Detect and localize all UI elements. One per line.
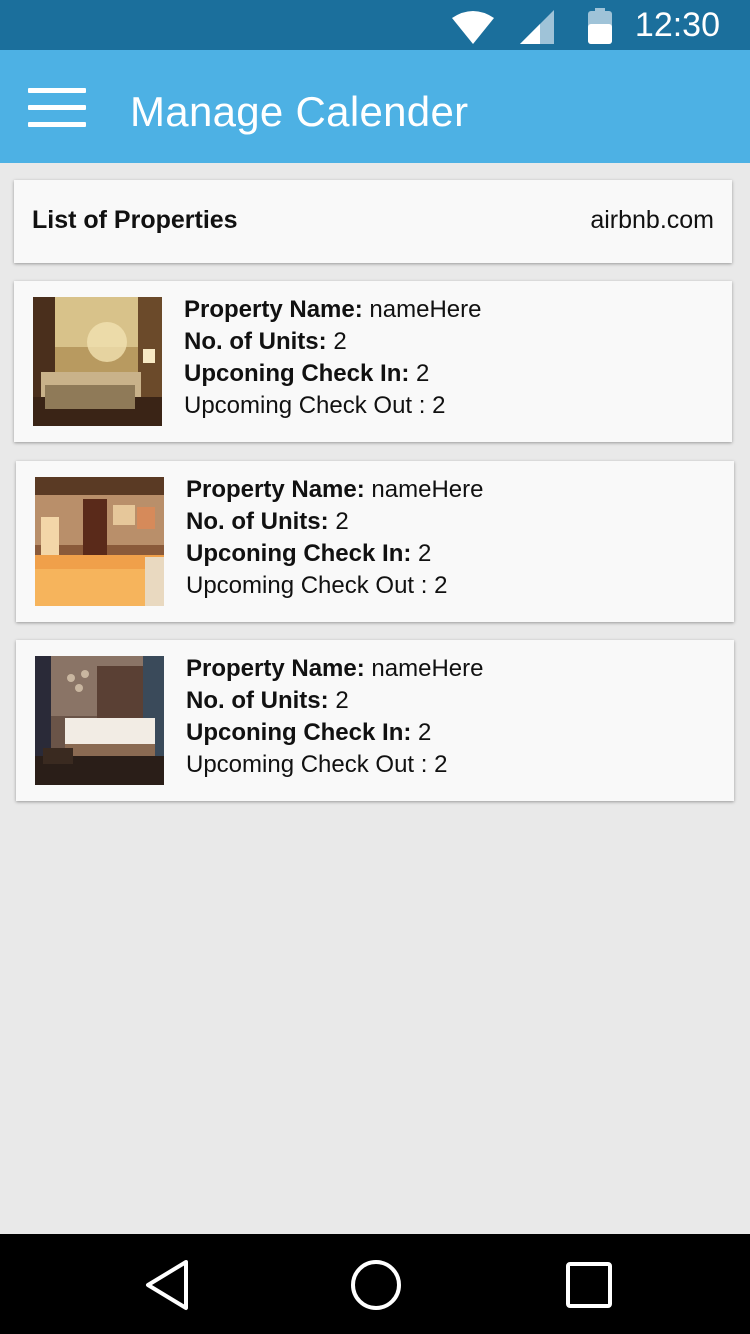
- property-name-row: Property Name: nameHere: [184, 294, 481, 326]
- property-info: Property Name: nameHere No. of Units: 2 …: [186, 653, 483, 781]
- status-time: 12:30: [634, 6, 720, 44]
- units-value: 2: [335, 508, 349, 535]
- check-in-label: Upconing Check In:: [186, 540, 412, 567]
- units-row: No. of Units: 2: [184, 326, 481, 358]
- app-bar: Manage Calender: [0, 50, 750, 163]
- list-header-site: airbnb.com: [590, 206, 714, 234]
- check-out-label: Upcoming Check Out: [186, 572, 415, 599]
- recents-icon[interactable]: [562, 1258, 616, 1312]
- units-value: 2: [333, 328, 347, 355]
- check-out-row: Upcoming Check Out : 2: [184, 390, 481, 422]
- property-thumbnail: [33, 297, 162, 426]
- units-label: No. of Units:: [186, 687, 329, 714]
- battery-icon: [588, 8, 612, 44]
- property-name-value: nameHere: [371, 655, 484, 682]
- wifi-icon: [452, 11, 494, 44]
- check-in-label: Upconing Check In:: [184, 360, 410, 387]
- check-in-row: Upconing Check In: 2: [186, 538, 483, 570]
- property-name-row: Property Name: nameHere: [186, 474, 483, 506]
- units-value: 2: [335, 687, 349, 714]
- units-row: No. of Units: 2: [186, 685, 483, 717]
- check-out-label: Upcoming Check Out: [184, 392, 413, 419]
- back-icon[interactable]: [140, 1258, 194, 1312]
- cellular-signal-icon: [520, 10, 554, 44]
- check-in-value: 2: [418, 719, 432, 746]
- navigation-bar: [0, 1234, 750, 1334]
- check-in-row: Upconing Check In: 2: [186, 717, 483, 749]
- property-thumbnail: [35, 656, 164, 785]
- page-title: Manage Calender: [130, 88, 469, 135]
- property-name-row: Property Name: nameHere: [186, 653, 483, 685]
- check-in-value: 2: [418, 540, 432, 567]
- units-label: No. of Units:: [184, 328, 327, 355]
- property-info: Property Name: nameHere No. of Units: 2 …: [184, 294, 481, 422]
- check-out-value: : 2: [420, 572, 448, 599]
- property-name-label: Property Name:: [186, 476, 365, 503]
- list-header-title: List of Properties: [32, 206, 238, 234]
- property-name-value: nameHere: [369, 296, 482, 323]
- property-card[interactable]: Property Name: nameHere No. of Units: 2 …: [16, 640, 734, 801]
- check-out-row: Upcoming Check Out : 2: [186, 749, 483, 781]
- property-info: Property Name: nameHere No. of Units: 2 …: [186, 474, 483, 602]
- hamburger-menu-icon[interactable]: [28, 88, 86, 128]
- units-label: No. of Units:: [186, 508, 329, 535]
- check-out-row: Upcoming Check Out : 2: [186, 570, 483, 602]
- property-name-value: nameHere: [371, 476, 484, 503]
- list-header-card: List of Properties airbnb.com: [14, 180, 732, 263]
- check-out-value: : 2: [418, 392, 446, 419]
- status-bar: 12:30: [0, 0, 750, 50]
- check-out-label: Upcoming Check Out: [186, 751, 415, 778]
- property-thumbnail: [35, 477, 164, 606]
- property-name-label: Property Name:: [186, 655, 365, 682]
- check-in-value: 2: [416, 360, 430, 387]
- property-card[interactable]: Property Name: nameHere No. of Units: 2 …: [14, 281, 732, 442]
- property-card[interactable]: Property Name: nameHere No. of Units: 2 …: [16, 461, 734, 622]
- units-row: No. of Units: 2: [186, 506, 483, 538]
- home-icon[interactable]: [349, 1258, 403, 1312]
- check-in-row: Upconing Check In: 2: [184, 358, 481, 390]
- check-out-value: : 2: [420, 751, 448, 778]
- check-in-label: Upconing Check In:: [186, 719, 412, 746]
- property-name-label: Property Name:: [184, 296, 363, 323]
